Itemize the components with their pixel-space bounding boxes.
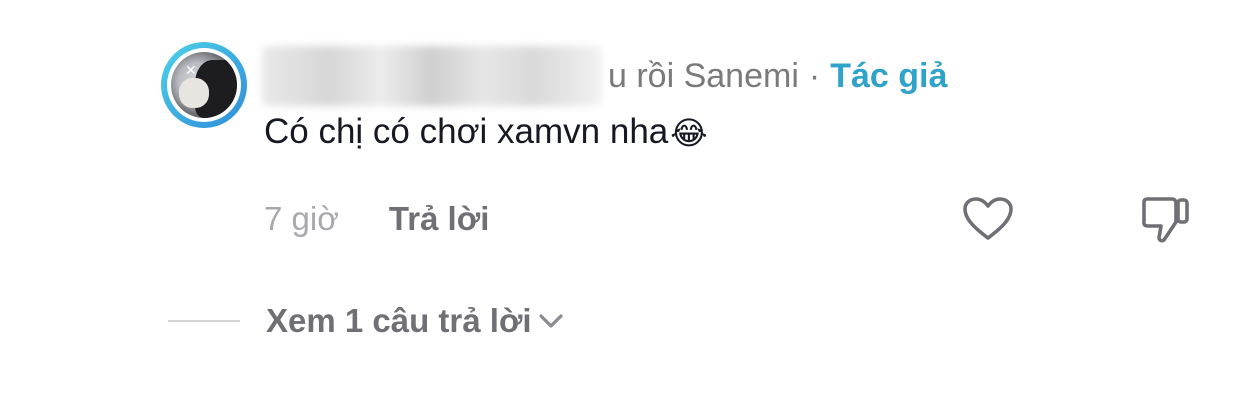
avatar-ring-gap: ✕ (167, 48, 241, 122)
dislike-button[interactable] (1138, 194, 1190, 246)
comment-text: Có chị có chơi xamvn nha (264, 112, 669, 151)
avatar-photo: ✕ (171, 52, 237, 118)
header-separator: · (808, 56, 821, 95)
avatar[interactable]: ✕ (161, 42, 247, 128)
comment-timestamp: 7 giờ (264, 200, 339, 237)
comment-meta: 7 giờ Trả lời (264, 196, 489, 242)
laughing-emoji-icon: 😂 (670, 115, 708, 151)
comment-header: u rồi Sanemi · Tác giả (262, 46, 948, 106)
thumbs-down-outline-icon (1142, 197, 1189, 243)
chevron-down-icon (538, 314, 563, 328)
replies-divider-line (168, 320, 240, 322)
reply-button[interactable]: Trả lời (389, 200, 490, 238)
like-button[interactable] (962, 196, 1014, 242)
comment-body: Có chị có chơi xamvn nha😂 (264, 112, 708, 152)
avatar-photo-bow: ✕ (185, 62, 197, 78)
view-replies-label: Xem 1 câu trả lời (266, 302, 532, 339)
username-suffix[interactable]: u rồi Sanemi (608, 57, 799, 96)
username-redacted[interactable] (262, 46, 602, 106)
avatar-photo-face (179, 78, 209, 108)
view-replies-button[interactable]: Xem 1 câu trả lời (168, 298, 564, 344)
author-badge: Tác giả (830, 56, 948, 95)
heart-outline-icon (963, 197, 1013, 240)
